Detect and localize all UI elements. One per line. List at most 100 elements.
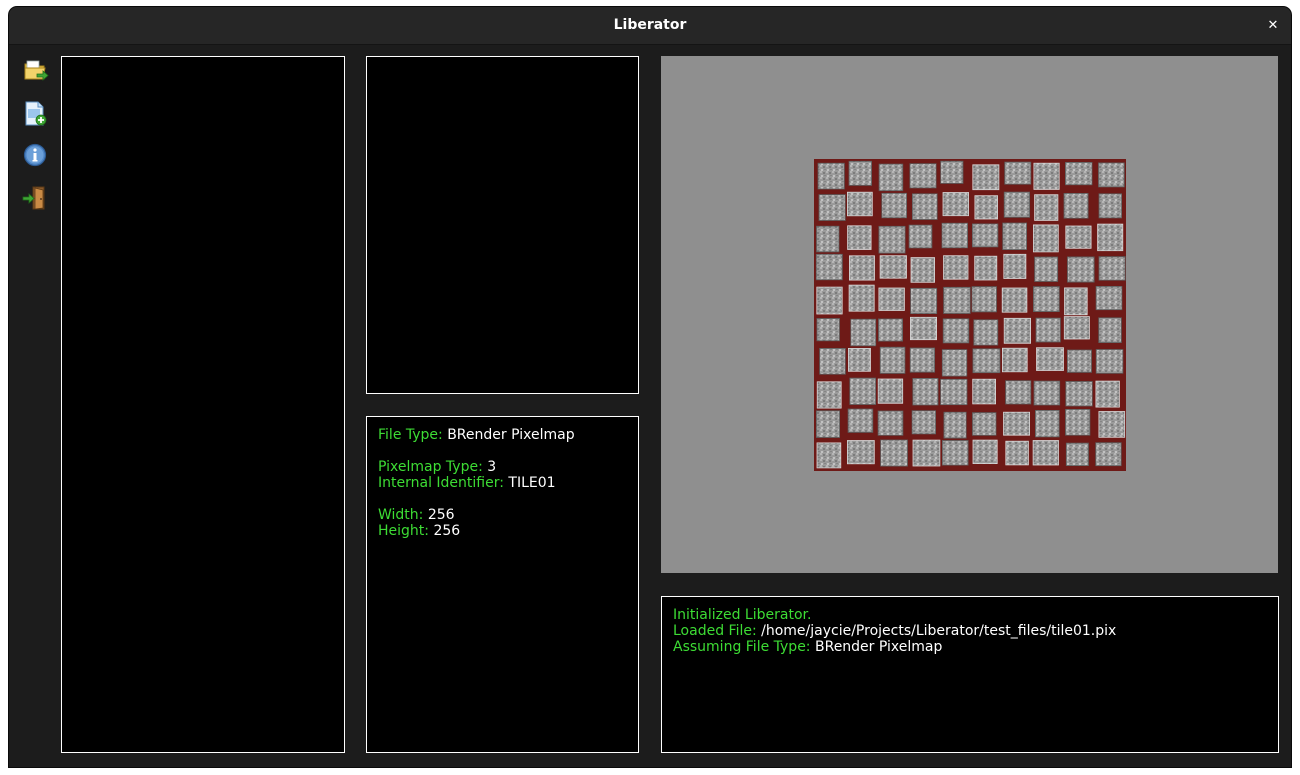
file-tree-panel[interactable] xyxy=(61,56,345,753)
stone-tile xyxy=(974,255,998,281)
file-type-value: BRender Pixelmap xyxy=(447,427,575,443)
stone-tile xyxy=(1034,409,1060,438)
stone-tile xyxy=(909,347,935,373)
info-icon xyxy=(23,143,47,167)
stone-tile xyxy=(849,377,876,405)
exit-button[interactable] xyxy=(21,184,49,212)
stone-tile xyxy=(849,255,875,281)
stone-tile xyxy=(1033,380,1061,406)
stone-tile xyxy=(850,318,877,347)
stone-tile xyxy=(848,160,873,186)
pixelmap-type-label: Pixelmap Type: xyxy=(378,459,483,475)
stone-tile xyxy=(1064,287,1088,316)
stone-tile xyxy=(879,346,906,374)
width-value: 256 xyxy=(427,507,455,523)
stone-tile xyxy=(941,222,969,249)
info-button[interactable] xyxy=(21,141,49,169)
stone-tile xyxy=(910,257,936,283)
stone-tile xyxy=(943,255,969,280)
stone-tile xyxy=(940,378,968,406)
title-bar[interactable]: Liberator ✕ xyxy=(9,7,1291,45)
stone-tile xyxy=(940,160,964,184)
stone-tile xyxy=(912,439,941,467)
stone-tile xyxy=(878,163,904,192)
stone-tile xyxy=(848,284,875,312)
internal-id-value: TILE01 xyxy=(508,475,556,491)
window-title: Liberator xyxy=(613,17,687,33)
log-panel: Initialized Liberator. Loaded File: /hom… xyxy=(661,596,1279,753)
log-output: Initialized Liberator. Loaded File: /hom… xyxy=(673,607,1116,655)
info-panel: File Type: BRender Pixelmap Pixelmap Typ… xyxy=(366,416,639,753)
entries-panel[interactable] xyxy=(366,56,639,394)
stone-tile xyxy=(819,347,846,375)
stone-tile xyxy=(879,255,907,279)
stone-tile xyxy=(847,408,874,433)
stone-tile xyxy=(971,223,999,248)
stone-tile xyxy=(1066,349,1092,373)
stone-tile xyxy=(1001,347,1028,373)
stone-tile xyxy=(943,411,967,439)
open-folder-icon xyxy=(24,60,49,81)
stone-tile xyxy=(912,193,938,220)
stone-tile xyxy=(911,410,936,435)
stone-tile xyxy=(880,439,908,467)
stone-tile xyxy=(818,194,846,221)
stone-tile xyxy=(910,316,938,341)
image-preview[interactable] xyxy=(661,56,1278,573)
stone-tile xyxy=(1097,223,1124,252)
stone-tile xyxy=(974,195,998,220)
stone-tile xyxy=(878,287,905,311)
stone-tile xyxy=(1003,191,1030,218)
open-folder-button[interactable] xyxy=(21,57,49,85)
log-assuming-value: BRender Pixelmap xyxy=(814,639,943,655)
stone-tile xyxy=(1002,222,1027,251)
stone-tile xyxy=(972,164,1000,191)
stone-tile xyxy=(847,191,873,217)
stone-tile xyxy=(1065,225,1092,249)
stone-tile xyxy=(1005,440,1029,466)
stone-tile xyxy=(881,192,908,219)
stone-tile xyxy=(1095,442,1122,467)
stone-tile xyxy=(942,318,970,344)
stone-tile xyxy=(941,440,969,466)
stone-tile xyxy=(878,318,904,342)
stone-tile xyxy=(909,163,937,189)
stone-tile xyxy=(1035,317,1061,343)
stone-tile xyxy=(1034,194,1059,221)
new-file-button[interactable] xyxy=(21,99,49,127)
stone-tile xyxy=(1098,256,1126,281)
stone-tile xyxy=(1004,161,1032,185)
stone-tile xyxy=(1001,287,1028,313)
height-value: 256 xyxy=(433,523,461,539)
internal-id-label: Internal Identifier: xyxy=(378,475,504,491)
close-button[interactable]: ✕ xyxy=(1263,16,1283,36)
stone-tile xyxy=(816,410,841,438)
log-loaded-label: Loaded File: xyxy=(673,623,757,639)
stone-tile xyxy=(912,377,939,406)
stone-tile xyxy=(1095,349,1124,374)
stone-tile xyxy=(815,253,843,281)
stone-tile xyxy=(972,348,1001,374)
stone-tile xyxy=(1003,253,1027,279)
stone-tile xyxy=(1005,380,1032,405)
file-info: File Type: BRender Pixelmap Pixelmap Typ… xyxy=(378,427,575,539)
file-type-label: File Type: xyxy=(378,427,443,443)
stone-tile xyxy=(942,192,970,217)
stone-tile xyxy=(1032,224,1059,253)
tile-texture-image xyxy=(814,159,1126,471)
stone-tile-texture xyxy=(814,159,1126,471)
stone-tile xyxy=(1032,440,1059,466)
stone-tile xyxy=(972,412,997,436)
height-label: Height: xyxy=(378,523,429,539)
stone-tile xyxy=(847,225,872,250)
stone-tile xyxy=(1063,316,1090,340)
stone-tile xyxy=(1032,286,1060,312)
pixelmap-type-value: 3 xyxy=(487,459,497,475)
stone-tile xyxy=(1003,317,1031,344)
stone-tile xyxy=(973,319,999,346)
stone-tile xyxy=(1065,381,1093,407)
stone-tile xyxy=(910,287,938,315)
stone-tile xyxy=(972,378,996,405)
stone-tile xyxy=(1003,411,1031,436)
stone-tile xyxy=(1034,256,1059,282)
